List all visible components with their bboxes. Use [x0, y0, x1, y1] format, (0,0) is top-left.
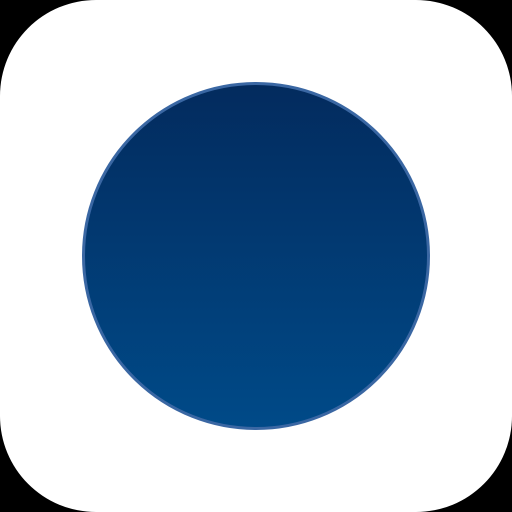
circle-icon	[82, 82, 430, 430]
icon-canvas	[0, 0, 512, 512]
app-icon[interactable]	[0, 0, 512, 512]
